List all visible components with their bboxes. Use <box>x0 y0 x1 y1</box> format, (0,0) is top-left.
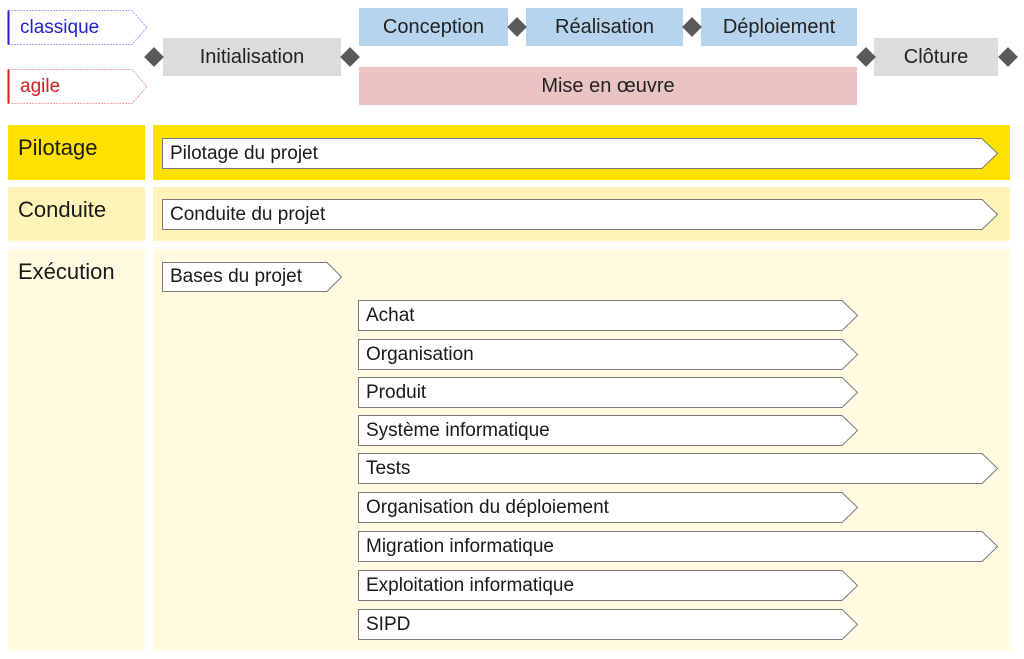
phase-cloture: Clôture <box>874 38 998 76</box>
activity-label: Organisation du déploiement <box>366 496 609 518</box>
activity-conduite-du-projet: Conduite du projet <box>162 199 999 230</box>
activity-label: Migration informatique <box>366 535 554 557</box>
activity-label: SIPD <box>366 613 411 635</box>
activity-organisation-du-deploiement: Organisation du déploiement <box>358 492 859 523</box>
activity-label: Exploitation informatique <box>366 574 575 596</box>
activity-bases-du-projet: Bases du projet <box>162 262 343 292</box>
activity-label: Achat <box>366 304 415 326</box>
activity-label: Pilotage du projet <box>170 142 318 164</box>
chevron-shape <box>358 609 859 640</box>
activity-label: Tests <box>366 457 411 479</box>
lane-execution-title: Exécution <box>18 259 115 284</box>
method-label-classique: classique <box>20 17 100 38</box>
phase-deploiement: Déploiement <box>701 8 857 46</box>
phase-initialisation-label: Initialisation <box>199 45 305 68</box>
phase-mise-en-oeuvre-label: Mise en œuvre <box>541 74 675 97</box>
activity-systeme-informatique: Système informatique <box>358 415 859 446</box>
phase-mise-en-oeuvre: Mise en œuvre <box>359 67 857 105</box>
phase-realisation: Réalisation <box>526 8 683 46</box>
milestone-diamond-icon <box>144 47 164 67</box>
lane-label-pilotage: Pilotage <box>8 125 145 180</box>
method-tag-agile: agile <box>7 69 148 105</box>
milestone-diamond-icon <box>998 47 1018 67</box>
phase-realisation-label: Réalisation <box>555 15 654 38</box>
milestone-diamond-icon <box>856 47 876 67</box>
phase-cloture-label: Clôture <box>903 45 969 68</box>
activity-label: Bases du projet <box>170 266 303 287</box>
lane-label-execution: Exécution <box>8 249 145 651</box>
activity-pilotage-du-projet: Pilotage du projet <box>162 138 999 169</box>
phase-conception-label: Conception <box>382 15 485 38</box>
milestone-diamond-icon <box>682 17 702 37</box>
chevron-shape <box>358 377 859 408</box>
activity-label: Système informatique <box>366 419 550 441</box>
method-label-agile: agile <box>20 76 61 97</box>
chevron-shape <box>358 453 999 484</box>
activity-tests: Tests <box>358 453 999 484</box>
milestone-diamond-icon <box>340 47 360 67</box>
lane-conduite-title: Conduite <box>18 197 107 222</box>
phase-initialisation: Initialisation <box>163 38 341 76</box>
activity-label: Conduite du projet <box>170 203 326 225</box>
lane-label-conduite: Conduite <box>8 187 145 241</box>
activity-label: Organisation <box>366 343 474 365</box>
lane-pilotage-title: Pilotage <box>18 135 98 160</box>
activity-exploitation-informatique: Exploitation informatique <box>358 570 859 601</box>
chevron-shape <box>358 300 859 331</box>
activity-achat: Achat <box>358 300 859 331</box>
activity-migration-informatique: Migration informatique <box>358 531 999 562</box>
activity-produit: Produit <box>358 377 859 408</box>
activity-label: Produit <box>366 381 427 403</box>
milestone-diamond-icon <box>507 17 527 37</box>
activity-sipd: SIPD <box>358 609 859 640</box>
phase-conception: Conception <box>359 8 508 46</box>
activity-organisation: Organisation <box>358 339 859 370</box>
method-tag-classique: classique <box>7 10 148 46</box>
phase-deploiement-label: Déploiement <box>722 15 836 38</box>
